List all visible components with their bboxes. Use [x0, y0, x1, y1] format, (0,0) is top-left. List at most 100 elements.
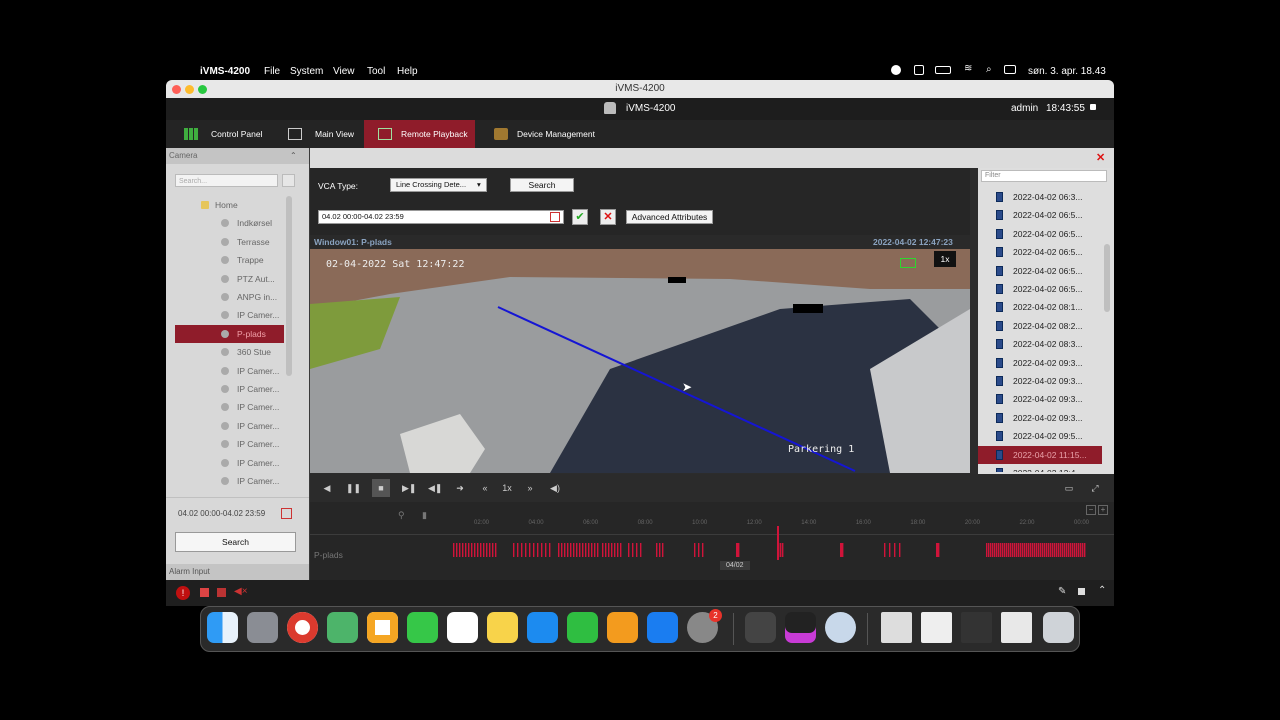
stop-button[interactable]: ■	[372, 479, 390, 497]
reverse-play-button[interactable]: ◀	[320, 481, 334, 495]
tab-main-view[interactable]: Main View	[270, 120, 365, 148]
minimize-window-button[interactable]	[185, 85, 194, 94]
camera-tree-item[interactable]: IP Camer...	[175, 435, 284, 453]
recording-segment[interactable]	[567, 543, 569, 557]
facetime-icon[interactable]	[407, 612, 438, 643]
recording-segment[interactable]	[588, 543, 590, 557]
result-item[interactable]: 2022-04-02 06:5...	[978, 262, 1102, 280]
keynote-icon[interactable]	[527, 612, 558, 643]
recording-segment[interactable]	[558, 543, 560, 557]
calendar-icon[interactable]	[281, 508, 292, 519]
recording-segment[interactable]	[938, 543, 940, 557]
recording-segment[interactable]	[1026, 543, 1028, 557]
recording-segment[interactable]	[1032, 543, 1034, 557]
battery-icon[interactable]	[935, 66, 951, 74]
alarm-warning-icon[interactable]: !	[176, 586, 190, 600]
timeline-panel[interactable]: ⚲ ▮ − + 02:00 04:00 06:00 08:00 10:00 12:00 14…	[310, 502, 1114, 580]
result-item[interactable]: 2022-04-02 06:5...	[978, 243, 1102, 261]
result-item[interactable]: 2022-04-02 09:3...	[978, 372, 1102, 390]
recording-segment[interactable]	[698, 543, 700, 557]
message-icon[interactable]	[217, 588, 226, 597]
tree-scrollbar[interactable]	[286, 196, 292, 376]
recording-segment[interactable]	[1008, 543, 1010, 557]
recording-segment[interactable]	[614, 543, 616, 557]
recording-segment[interactable]	[1058, 543, 1060, 557]
trash-icon[interactable]	[1043, 612, 1074, 643]
recording-segment[interactable]	[465, 543, 467, 557]
recording-segment[interactable]	[1070, 543, 1072, 557]
recording-segment[interactable]	[453, 543, 455, 557]
recording-segment[interactable]	[1056, 543, 1058, 557]
recording-segment[interactable]	[1030, 543, 1032, 557]
recording-segment[interactable]	[1076, 543, 1078, 557]
recording-segment[interactable]	[1002, 543, 1004, 557]
recording-segment[interactable]	[1054, 543, 1056, 557]
recording-segment[interactable]	[992, 543, 994, 557]
result-item[interactable]: 2022-04-02 09:3...	[978, 390, 1102, 408]
tab-device-management[interactable]: Device Management	[476, 120, 616, 148]
pages-icon[interactable]	[607, 612, 638, 643]
recording-segment[interactable]	[899, 543, 901, 557]
recording-segment[interactable]	[1082, 543, 1084, 557]
recording-segment[interactable]	[468, 543, 470, 557]
recording-segment[interactable]	[492, 543, 494, 557]
recording-segment[interactable]	[702, 543, 704, 557]
result-item[interactable]: 2022-04-02 08:3...	[978, 335, 1102, 353]
recording-segment[interactable]	[576, 543, 578, 557]
date-range-input[interactable]: 04.02 00:00-04.02 23:59	[318, 210, 564, 224]
recording-segment[interactable]	[1022, 543, 1024, 557]
result-item[interactable]: 2022-04-02 06:5...	[978, 206, 1102, 224]
camera-tree-item[interactable]: P-plads	[175, 324, 284, 343]
recording-segment[interactable]	[1044, 543, 1046, 557]
recording-segment[interactable]	[659, 543, 661, 557]
recording-segment[interactable]	[459, 543, 461, 557]
recording-segment[interactable]	[694, 543, 696, 557]
sidebar-date-range[interactable]: 04.02 00:00-04.02 23:59	[178, 509, 265, 518]
menu-help[interactable]: Help	[397, 66, 418, 77]
camera-tree-item[interactable]: 360 Stue	[175, 343, 284, 361]
wifi-icon[interactable]: ≋	[964, 63, 972, 74]
recording-segment[interactable]	[1016, 543, 1018, 557]
close-icon[interactable]: ✕	[1096, 151, 1105, 164]
recording-segment[interactable]	[611, 543, 613, 557]
maps-icon[interactable]	[327, 612, 358, 643]
recording-segment[interactable]	[1050, 543, 1052, 557]
recording-segment[interactable]	[842, 543, 844, 557]
slow-down-button[interactable]: «	[478, 481, 492, 495]
notes-icon[interactable]	[487, 612, 518, 643]
recording-segment[interactable]	[597, 543, 599, 557]
recording-segment[interactable]	[579, 543, 581, 557]
close-window-button[interactable]	[172, 85, 181, 94]
recording-segment[interactable]	[1072, 543, 1074, 557]
video-window[interactable]: Window01: P-plads 2022-04-02 12:47:23 02…	[310, 235, 970, 473]
camera-tree-item[interactable]: Indkørsel	[175, 214, 284, 232]
record-status-icon[interactable]	[891, 65, 901, 75]
recording-segment[interactable]	[894, 543, 896, 557]
recording-segment[interactable]	[525, 543, 527, 557]
recording-segment[interactable]	[1036, 543, 1038, 557]
recording-segment[interactable]	[570, 543, 572, 557]
recording-segment[interactable]	[1060, 543, 1062, 557]
camera-tree-item[interactable]: IP Camer...	[175, 472, 284, 490]
recording-segment[interactable]	[996, 543, 998, 557]
recording-segment[interactable]	[549, 543, 551, 557]
recent-document-icon[interactable]	[881, 612, 912, 643]
recording-segment[interactable]	[620, 543, 622, 557]
zoom-in-icon[interactable]: +	[1098, 505, 1108, 515]
recording-segment[interactable]	[617, 543, 619, 557]
recording-segment[interactable]	[541, 543, 543, 557]
recent-window-icon[interactable]	[921, 612, 952, 643]
control-center-icon[interactable]	[1004, 65, 1016, 74]
skip-forward-icon[interactable]: ➜	[453, 481, 467, 495]
recording-segment[interactable]	[1020, 543, 1022, 557]
recording-segment[interactable]	[521, 543, 523, 557]
recording-segment[interactable]	[545, 543, 547, 557]
recording-segment[interactable]	[483, 543, 485, 557]
tab-control-panel[interactable]: Control Panel	[166, 120, 276, 148]
sidebar-search-button[interactable]: Search	[175, 532, 296, 552]
recording-segment[interactable]	[656, 543, 658, 557]
camera-tree-item[interactable]: IP Camer...	[175, 362, 284, 380]
recording-segment[interactable]	[1040, 543, 1042, 557]
recording-segment[interactable]	[486, 543, 488, 557]
results-filter-input[interactable]: Filter	[981, 170, 1107, 182]
